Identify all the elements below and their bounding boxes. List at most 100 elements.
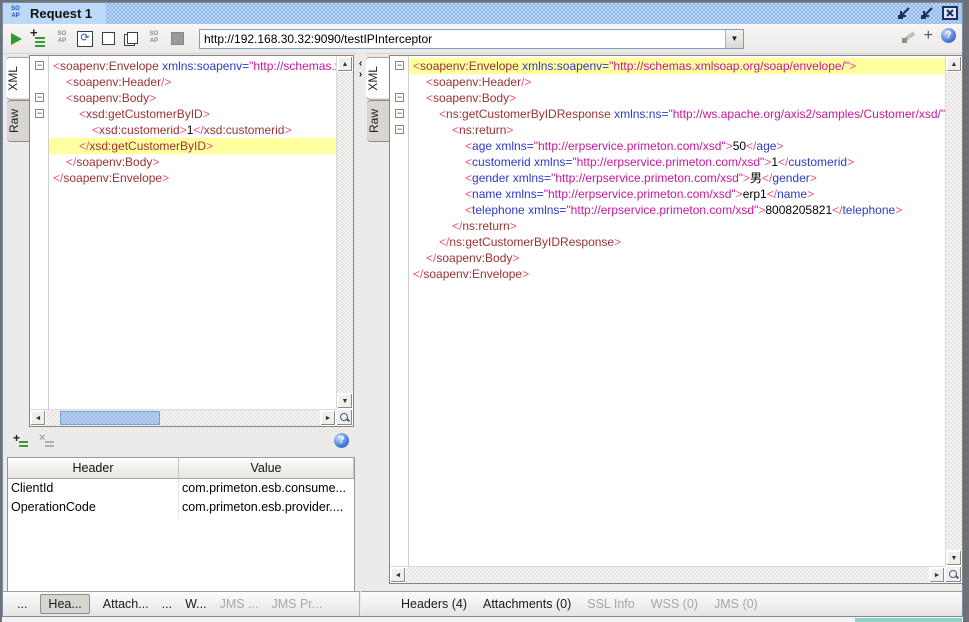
zoom-editor-button[interactable] xyxy=(336,409,353,426)
close-button[interactable] xyxy=(941,5,958,21)
request-vscrollbar[interactable]: ▲ ▼ xyxy=(336,56,353,409)
editor-tab-xml[interactable]: XML xyxy=(6,57,30,100)
xml-code[interactable]: </ns:getCustomerByIDResponse> xyxy=(409,234,945,250)
xml-code[interactable]: <age xmlns="http://erpservice.primeton.c… xyxy=(409,138,945,154)
help-icon[interactable]: ? xyxy=(941,28,956,43)
fold-collapse-icon[interactable]: − xyxy=(395,125,404,134)
inspector-tab[interactable]: ... xyxy=(17,597,27,611)
create-empty-button[interactable] xyxy=(98,29,118,49)
xml-line[interactable]: <soapenv:Header/> xyxy=(390,74,945,90)
xml-line[interactable]: −<ns:getCustomerByIDResponse xmlns:ns="h… xyxy=(390,106,945,122)
table-row[interactable]: ClientIdcom.primeton.esb.consume... xyxy=(8,479,354,498)
inspector-tab[interactable]: Attach... xyxy=(103,597,149,611)
help-icon[interactable]: ? xyxy=(334,433,349,448)
xml-line[interactable]: </soapenv:Body> xyxy=(30,154,336,170)
xml-code[interactable]: </soapenv:Body> xyxy=(49,154,336,170)
xml-code[interactable]: </soapenv:Body> xyxy=(409,250,945,266)
response-hscrollbar[interactable]: ◄ ► xyxy=(390,566,945,583)
fold-collapse-icon[interactable]: − xyxy=(395,93,404,102)
xml-line[interactable]: <gender xmlns="http://erpservice.primeto… xyxy=(390,170,945,186)
request-headers-table[interactable]: Header Value ClientIdcom.primeton.esb.co… xyxy=(7,457,355,593)
xml-line[interactable]: </soapenv:Envelope> xyxy=(30,170,336,186)
soap-action-button[interactable]: SOAP xyxy=(52,29,72,49)
delete-header-button[interactable]: × xyxy=(39,434,57,450)
xml-line[interactable]: <age xmlns="http://erpservice.primeton.c… xyxy=(390,138,945,154)
xml-code[interactable]: <soapenv:Header/> xyxy=(49,74,336,90)
xml-code[interactable]: </soapenv:Envelope> xyxy=(49,170,336,186)
xml-line[interactable]: </soapenv:Envelope> xyxy=(390,266,945,282)
split-divider[interactable]: ‹ › xyxy=(356,53,365,611)
inspector-tab[interactable]: ... xyxy=(162,597,172,611)
scroll-left-button[interactable]: ◄ xyxy=(30,410,46,426)
endpoint-combobox[interactable]: ▼ xyxy=(199,29,744,49)
add-header-button[interactable]: + xyxy=(13,434,31,450)
scroll-left-button[interactable]: ◄ xyxy=(390,567,406,583)
column-header[interactable]: Value xyxy=(179,458,354,479)
scroll-right-button[interactable]: ► xyxy=(929,567,945,583)
xml-code[interactable]: <ns:return> xyxy=(409,122,945,138)
scroll-up-button[interactable]: ▲ xyxy=(946,56,962,72)
xml-line[interactable]: −<soapenv:Envelope xmlns:soapenv="http:/… xyxy=(390,58,945,74)
inspector-tab[interactable]: Hea... xyxy=(40,594,89,614)
xml-code[interactable]: <soapenv:Body> xyxy=(409,90,945,106)
xml-code[interactable]: <xsd:getCustomerByID> xyxy=(49,106,336,122)
editor-tab-xml[interactable]: XML xyxy=(366,57,390,100)
request-hscrollbar[interactable]: ◄ ► xyxy=(30,409,336,426)
xml-line[interactable]: −<soapenv:Envelope xmlns:soapenv="http:/… xyxy=(30,58,336,74)
soap-action-button-2[interactable]: SOAP xyxy=(144,29,164,49)
xml-line[interactable]: </ns:getCustomerByIDResponse> xyxy=(390,234,945,250)
fold-collapse-icon[interactable]: − xyxy=(395,61,404,70)
xml-code[interactable]: <name xmlns="http://erpservice.primeton.… xyxy=(409,186,945,202)
xml-line[interactable]: </ns:return> xyxy=(390,218,945,234)
xml-line[interactable]: −<xsd:getCustomerByID> xyxy=(30,106,336,122)
fold-collapse-icon[interactable]: − xyxy=(395,109,404,118)
header-value-cell[interactable]: com.primeton.esb.provider.... xyxy=(179,498,354,517)
xml-code[interactable]: </xsd:getCustomerByID> xyxy=(49,138,336,154)
inspector-tab[interactable]: Headers (4) xyxy=(401,597,467,611)
editor-tab-raw[interactable]: Raw xyxy=(7,100,30,142)
xml-code[interactable]: <soapenv:Body> xyxy=(49,90,336,106)
collapse-right-icon[interactable]: › xyxy=(356,70,365,80)
scroll-down-button[interactable]: ▼ xyxy=(946,550,962,566)
xml-line[interactable]: −<soapenv:Body> xyxy=(30,90,336,106)
xml-code[interactable]: </soapenv:Envelope> xyxy=(409,266,945,282)
xml-code[interactable]: <soapenv:Envelope xmlns:soapenv="http://… xyxy=(49,58,336,74)
dropdown-arrow-icon[interactable]: ▼ xyxy=(725,30,743,48)
response-xml-editor[interactable]: −<soapenv:Envelope xmlns:soapenv="http:/… xyxy=(389,55,963,584)
xml-code[interactable]: <soapenv:Header/> xyxy=(409,74,945,90)
xml-line[interactable]: </soapenv:Body> xyxy=(390,250,945,266)
table-row[interactable]: OperationCodecom.primeton.esb.provider..… xyxy=(8,498,354,517)
collapse-left-icon[interactable]: ‹ xyxy=(356,59,365,69)
xml-code[interactable]: <telephone xmlns="http://erpservice.prim… xyxy=(409,202,945,218)
xml-line[interactable]: </xsd:getCustomerByID> xyxy=(30,138,336,154)
xml-code[interactable]: </ns:return> xyxy=(409,218,945,234)
switch-layout-icon[interactable] xyxy=(902,29,916,43)
xml-line[interactable]: <telephone xmlns="http://erpservice.prim… xyxy=(390,202,945,218)
response-vscrollbar[interactable]: ▲ ▼ xyxy=(945,56,962,566)
zoom-editor-button[interactable] xyxy=(945,566,962,583)
add-icon[interactable]: + xyxy=(924,29,933,43)
editor-tab-raw[interactable]: Raw xyxy=(367,100,390,142)
xml-code[interactable]: <soapenv:Envelope xmlns:soapenv="http://… xyxy=(409,58,945,74)
xml-line[interactable]: −<ns:return> xyxy=(390,122,945,138)
scroll-up-button[interactable]: ▲ xyxy=(337,56,353,72)
xml-line[interactable]: <xsd:customerid>1</xsd:customerid> xyxy=(30,122,336,138)
xml-code[interactable]: <xsd:customerid>1</xsd:customerid> xyxy=(49,122,336,138)
clone-request-button[interactable] xyxy=(121,29,141,49)
fold-collapse-icon[interactable]: − xyxy=(35,109,44,118)
fold-collapse-icon[interactable]: − xyxy=(35,93,44,102)
fold-collapse-icon[interactable]: − xyxy=(35,61,44,70)
xml-code[interactable]: <customerid xmlns="http://erpservice.pri… xyxy=(409,154,945,170)
header-value-cell[interactable]: com.primeton.esb.consume... xyxy=(179,479,354,498)
add-to-testcase-button[interactable]: + xyxy=(29,29,49,49)
column-header[interactable]: Header xyxy=(8,458,179,479)
scroll-down-button[interactable]: ▼ xyxy=(337,393,353,409)
hscroll-thumb[interactable] xyxy=(60,411,160,425)
xml-line[interactable]: <soapenv:Header/> xyxy=(30,74,336,90)
minimize-button[interactable] xyxy=(895,5,912,21)
endpoint-input[interactable] xyxy=(200,32,725,46)
inspector-tab[interactable]: Attachments (0) xyxy=(483,597,571,611)
inspector-tab[interactable]: W... xyxy=(185,597,207,611)
titlebar[interactable]: SO AP Request 1 xyxy=(3,3,962,25)
header-name-cell[interactable]: ClientId xyxy=(8,479,179,498)
